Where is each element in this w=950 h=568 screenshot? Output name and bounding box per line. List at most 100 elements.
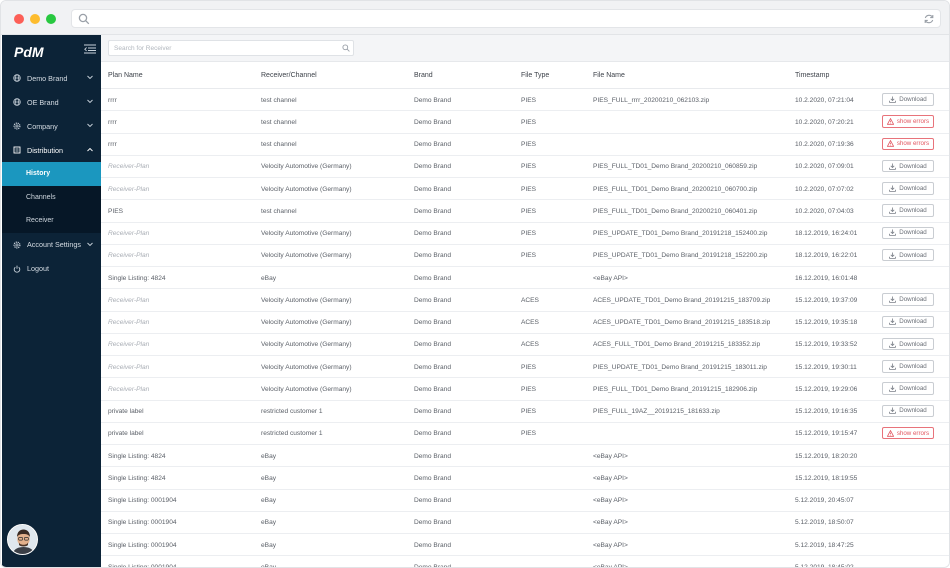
download-button[interactable]: Download	[882, 159, 934, 173]
cell-brand: Demo Brand	[414, 96, 452, 104]
cell-plan-name: Receiver-Plan	[108, 296, 150, 304]
sidebar-item-demo-brand[interactable]: Demo Brand	[2, 66, 101, 90]
cell-brand: Demo Brand	[414, 519, 452, 527]
download-icon	[889, 229, 897, 237]
sidebar-item-company[interactable]: Company	[2, 114, 101, 138]
sidebar-item-label: OE Brand	[27, 97, 59, 107]
cell-plan-name: Receiver-Plan	[108, 319, 150, 326]
sidebar-nav: Demo Brand OE Brand Company Distribution…	[2, 66, 101, 281]
header-file-type[interactable]: File Type	[521, 72, 549, 79]
pdm-logo[interactable]: PdM	[14, 43, 44, 61]
download-button[interactable]: Download	[882, 404, 934, 417]
cell-plan-name: Receiver-Plan	[108, 185, 150, 193]
cell-timestamp: 5.12.2019, 20:45:07	[795, 497, 854, 504]
cell-brand: Demo Brand	[414, 385, 452, 393]
download-button[interactable]: Download	[882, 337, 934, 351]
download-button-label: Download	[899, 162, 927, 170]
cell-brand: Demo Brand	[414, 207, 452, 215]
download-button[interactable]: Download	[882, 248, 934, 262]
cell-file-type: PIES	[521, 207, 537, 215]
minimize-window-button[interactable]	[30, 14, 40, 24]
cell-file-type: ACES	[521, 319, 539, 326]
cell-plan-name: rrrr	[108, 96, 117, 104]
download-button-label: Download	[899, 229, 927, 237]
cell-brand: Demo Brand	[414, 408, 452, 415]
cell-file-type: ACES	[521, 296, 539, 304]
show-errors-button[interactable]: show errors	[882, 115, 934, 128]
cell-plan-name: Single Listing: 0001904	[108, 541, 177, 549]
cell-receiver: test channel	[261, 141, 297, 148]
download-button-label: Download	[899, 385, 927, 392]
header-file-name[interactable]: File Name	[593, 72, 625, 79]
download-button-label: Download	[899, 207, 927, 214]
download-button[interactable]: Download	[882, 382, 934, 395]
search-icon[interactable]	[342, 44, 350, 52]
sidebar-subitem-channels[interactable]: Channels	[2, 185, 101, 209]
download-button-label: Download	[899, 340, 927, 348]
cell-timestamp: 16.12.2019, 16:01:48	[795, 274, 858, 282]
download-button[interactable]: Download	[882, 315, 934, 328]
table-row: Single Listing: 4824 eBay Demo Brand <eBay …	[101, 467, 949, 490]
download-icon	[889, 341, 897, 348]
cell-receiver: Velocity Automotive (Germany)	[261, 319, 352, 326]
reload-icon[interactable]	[923, 13, 935, 25]
show-errors-button-label: show errors	[896, 140, 930, 148]
sidebar-item-distribution[interactable]: Distribution	[2, 138, 101, 162]
header-brand[interactable]: Brand	[414, 72, 433, 79]
table-row: Receiver-Plan Velocity Automotive (German…	[101, 378, 949, 401]
cell-timestamp: 15.12.2019, 18:20:20	[795, 452, 858, 460]
show-errors-button[interactable]: show errors	[882, 137, 934, 150]
download-icon	[889, 163, 897, 170]
cell-timestamp: 10.2.2020, 07:07:02	[795, 185, 854, 193]
download-button-label: Download	[899, 184, 927, 192]
header-receiver-channel[interactable]: Receiver/Channel	[261, 72, 317, 79]
download-button[interactable]: Download	[882, 204, 934, 217]
header-timestamp[interactable]: Timestamp	[795, 72, 829, 79]
cell-plan-name: Single Listing: 0001904	[108, 497, 177, 504]
cell-file-name: <eBay API>	[593, 497, 628, 504]
cell-receiver: eBay	[261, 452, 277, 460]
download-button[interactable]: Download	[882, 182, 934, 195]
table-row: Receiver-Plan Velocity Automotive (German…	[101, 334, 949, 356]
download-icon	[889, 185, 897, 192]
cell-timestamp: 15.12.2019, 19:29:06	[795, 385, 858, 393]
cell-file-type: PIES	[521, 96, 537, 104]
cell-brand: Demo Brand	[414, 474, 452, 482]
search-input[interactable]	[108, 40, 354, 56]
close-window-button[interactable]	[14, 14, 24, 24]
download-button[interactable]: Download	[882, 293, 934, 306]
sidebar-item-logout[interactable]: Logout	[2, 257, 101, 281]
cell-timestamp: 18.12.2019, 16:24:01	[795, 230, 858, 237]
logo-text: PdM	[14, 44, 44, 60]
cell-plan-name: PIES	[108, 207, 124, 215]
sidebar-subitem-receiver[interactable]: Receiver	[2, 209, 101, 233]
cell-timestamp: 5.12.2019, 18:45:02	[795, 563, 854, 568]
chevron-down-icon	[87, 99, 93, 104]
address-bar[interactable]	[71, 9, 941, 28]
download-button[interactable]: Download	[882, 360, 934, 373]
avatar[interactable]	[7, 524, 38, 555]
cell-file-name: PIES_FULL_TD01_Demo Brand_20200210_06085…	[593, 163, 758, 171]
maximize-window-button[interactable]	[46, 14, 56, 24]
download-button[interactable]: Download	[882, 226, 934, 239]
cell-file-type: PIES	[521, 385, 537, 393]
cell-file-name: PIES_UPDATE_TD01_Demo Brand_20191218_152…	[593, 252, 768, 260]
menu-collapse-icon[interactable]	[84, 44, 96, 54]
download-button[interactable]: Download	[882, 93, 934, 106]
toolbar	[101, 35, 949, 62]
table-row: Single Listing: 0001904 eBay Demo Brand <eB…	[101, 534, 949, 557]
download-button-label: Download	[899, 318, 927, 326]
sidebar-subitem-label: Receiver	[26, 217, 54, 225]
table-row: private label restricted customer 1 Demo B…	[101, 423, 949, 445]
cell-brand: Demo Brand	[414, 185, 452, 193]
download-icon	[889, 207, 897, 214]
sidebar-item-account-settings[interactable]: Account Settings	[2, 233, 101, 257]
app-window: PdM Demo Brand OE Brand Company Distribu	[0, 0, 950, 568]
sidebar-item-oe-brand[interactable]: OE Brand	[2, 90, 101, 114]
cell-file-type: ACES	[521, 341, 539, 349]
cell-plan-name: private label	[108, 408, 144, 415]
table-row: Receiver-Plan Velocity Automotive (German…	[101, 223, 949, 245]
show-errors-button[interactable]: show errors	[882, 426, 934, 440]
sidebar-subitem-history[interactable]: History	[2, 162, 101, 186]
header-plan-name[interactable]: Plan Name	[108, 72, 143, 79]
